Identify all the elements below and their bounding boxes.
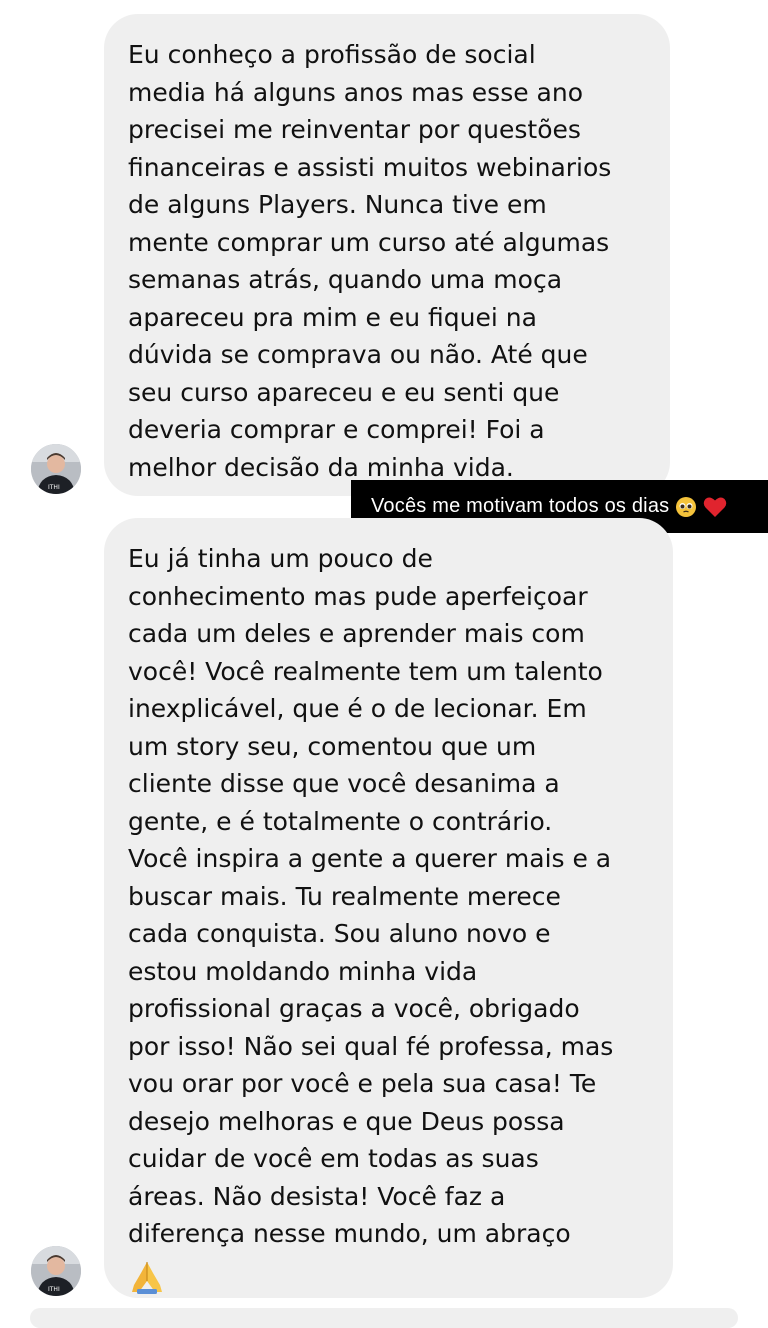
message-text-line: dúvida se comprava ou não. Até que — [128, 340, 588, 369]
message-text-line: um story seu, comentou que um — [128, 731, 537, 761]
message-text-line: desejo melhoras e que Deus possa — [128, 1106, 565, 1136]
svg-text:ITHI: ITHI — [48, 1286, 60, 1293]
message-text-line: por isso! Não sei qual fé professa, mas — [128, 1031, 614, 1061]
message-text-line: Eu conheço a profissão de social — [128, 40, 536, 69]
message-text-line: cada um deles e aprender mais com — [128, 619, 585, 648]
user-photo-icon: ITHI — [31, 444, 81, 494]
folded-hands-emoji-icon — [128, 1255, 653, 1299]
caption-text: Vocês me motivam todos os dias — [371, 495, 670, 517]
message-text-line: cada conquista. Sou aluno novo e — [128, 919, 551, 948]
message-text-line: cliente disse que você desanima a — [128, 769, 560, 798]
svg-text:ITHI: ITHI — [48, 484, 60, 491]
message-text-line: Você inspira a gente a querer mais e a — [128, 844, 612, 873]
message-text-line: buscar mais. Tu realmente merece — [128, 881, 561, 911]
message-bubble[interactable]: Eu já tinha um pouco de conhecimento mas… — [104, 518, 673, 1298]
message-text-line: gente, e é totalmente o contrário. — [128, 806, 553, 836]
user-photo-icon: ITHI — [31, 1246, 81, 1296]
red-heart-emoji-icon — [703, 496, 727, 518]
pleading-face-emoji-icon — [675, 496, 697, 518]
message-text-line: cuidar de você em todas as suas — [128, 1144, 539, 1173]
sender-avatar[interactable]: ITHI — [31, 444, 81, 494]
message-text-line: estou moldando minha vida — [128, 956, 478, 986]
message-text-line: de alguns Players. Nunca tive em — [128, 190, 547, 219]
message-text-line: financeiras e assisti muitos webinarios — [128, 152, 612, 182]
message-text-line: deveria comprar e comprei! Foi a — [128, 415, 545, 444]
next-message-bubble[interactable] — [30, 1308, 738, 1328]
message-bubble[interactable]: Eu conheço a profissão de social media h… — [104, 14, 670, 496]
sender-avatar[interactable]: ITHI — [31, 1246, 81, 1296]
message-text-line: Eu já tinha um pouco de — [128, 544, 433, 573]
message-text-line: vou orar por você e pela sua casa! Te — [128, 1069, 597, 1098]
message-text-line: áreas. Não desista! Você faz a — [128, 1181, 506, 1211]
message-text-line: diferença nesse mundo, um abraço — [128, 1219, 571, 1248]
message-text-line: precisei me reinventar por questões — [128, 115, 581, 144]
message-text-line: apareceu pra mim e eu fiquei na — [128, 302, 537, 332]
message-text-line: mente comprar um curso até algumas — [128, 227, 610, 257]
message-text-line: profissional graças a você, obrigado — [128, 994, 580, 1023]
message-text-line: media há alguns anos mas esse ano — [128, 77, 584, 107]
message-text-line: conhecimento mas pude aperfeiçoar — [128, 581, 588, 611]
message-text-line: você! Você realmente tem um talento — [128, 656, 603, 686]
message-text-line: semanas atrás, quando uma moça — [128, 265, 563, 294]
message-text-line: seu curso apareceu e eu senti que — [128, 377, 560, 407]
message-text-line: inexplicável, que é o de lecionar. Em — [128, 694, 587, 723]
